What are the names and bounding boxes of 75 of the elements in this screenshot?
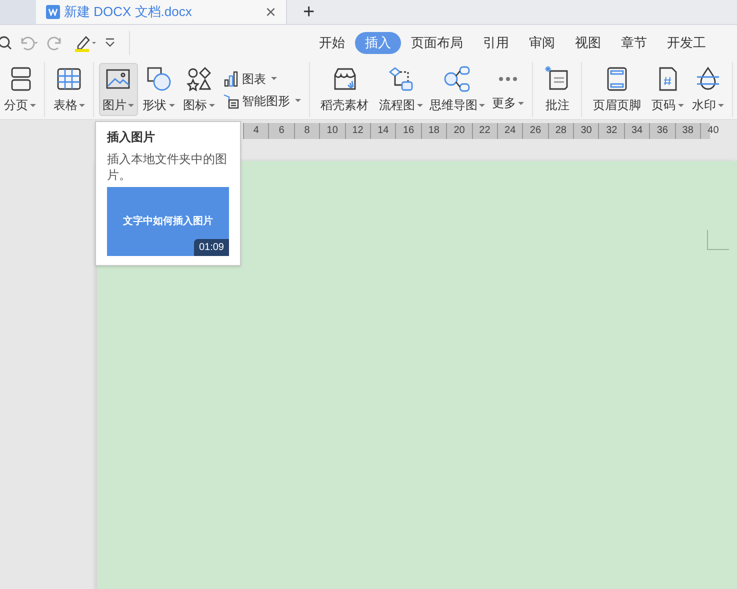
ruler-number: 4 (243, 123, 268, 139)
video-thumbnail[interactable]: 文字中如何插入图片 01:09 (107, 187, 229, 256)
ribbon-button[interactable]: 更多 (489, 63, 528, 116)
margin-corner-mark (707, 230, 729, 250)
document-tab[interactable]: 新建 DOCX 文档.docx × (36, 0, 286, 24)
menu-tab[interactable]: 开始 (309, 32, 355, 54)
bar-chart-icon (223, 70, 240, 86)
ruler-number: 24 (496, 123, 522, 139)
menu-tab[interactable]: 开发工 (657, 32, 716, 54)
ruler-number: 34 (624, 123, 650, 139)
ribbon-button-label: 思维导图 (429, 97, 478, 114)
shapes-icon (144, 65, 173, 93)
ribbon-button[interactable]: 稻壳素材 (314, 63, 374, 116)
ribbon-button-label: 图标 (182, 97, 207, 114)
ribbon-button[interactable]: 水印 (688, 63, 728, 116)
ruler-number: 16 (395, 123, 421, 139)
ribbon-button-label: 流程图 (379, 97, 416, 114)
menu-tab[interactable]: 审阅 (519, 32, 565, 54)
icons-grid-icon (184, 65, 213, 93)
ribbon-button[interactable]: 图片 (99, 63, 138, 116)
ribbon-button[interactable]: 页眉页脚 (587, 63, 647, 116)
ruler-number: 30 (573, 123, 598, 139)
ribbon-button-label: 形状 (142, 97, 167, 114)
ribbon-small-button[interactable]: 智能图形 (223, 92, 302, 110)
document-type-icon (46, 5, 60, 19)
ribbon-button-label: 页码 (652, 97, 676, 114)
highlighter-icon[interactable] (74, 34, 98, 52)
print-preview-icon[interactable] (0, 34, 12, 50)
ruler-number: 32 (598, 123, 624, 139)
more-icon (499, 77, 518, 81)
ribbon-button-label: 图片 (102, 97, 126, 114)
ruler-number: 40 (700, 123, 726, 139)
ribbon-button-label: 更多 (492, 95, 516, 112)
ribbon-button-label: 分页 (4, 97, 28, 114)
ribbon-button[interactable]: 流程图 (376, 63, 426, 116)
ruler-number: 36 (649, 123, 675, 139)
ruler-number: 38 (674, 123, 700, 139)
ribbon-button-label: 页眉页脚 (593, 97, 641, 114)
new-tab-button[interactable]: + (303, 0, 315, 24)
ruler-number: 26 (522, 123, 548, 139)
ribbon-button-label: 水印 (692, 97, 716, 114)
menu-tab[interactable]: 引用 (473, 32, 519, 54)
ribbon-button-label: 表格 (53, 97, 78, 114)
ribbon-button[interactable]: 页码 (648, 63, 687, 116)
ruler-number: 18 (420, 123, 446, 139)
ribbon-button[interactable]: 思维导图 (428, 63, 488, 116)
ruler-number: 8 (294, 123, 320, 139)
ribbon-button[interactable]: 图标 (180, 63, 218, 116)
ribbon-button[interactable]: 批注 (538, 63, 576, 116)
close-button[interactable]: × (265, 3, 276, 21)
customize-icon[interactable] (104, 36, 116, 48)
menu-tab[interactable]: 视图 (565, 32, 611, 54)
smart-graphic-icon (223, 92, 240, 108)
ruler-number: 28 (548, 123, 574, 139)
ribbon-button[interactable]: 表格 (50, 63, 88, 116)
ribbon-small-button[interactable]: 图表 (223, 70, 302, 88)
ruler-number: 10 (319, 123, 345, 139)
ribbon-button-label: 批注 (545, 97, 570, 114)
video-title: 文字中如何插入图片 (123, 214, 213, 229)
ruler-number: 6 (268, 123, 294, 139)
ruler-number: 14 (370, 123, 396, 139)
tooltip-description: 插入本地文件夹中的图片。 (107, 151, 228, 183)
tooltip-title: 插入图片 (107, 129, 156, 146)
ruler-number: 22 (472, 123, 497, 139)
ruler-number: 12 (344, 123, 370, 139)
ribbon-button[interactable]: 形状 (140, 63, 178, 116)
ruler-number: 20 (446, 123, 472, 139)
menu-tab[interactable]: 页面布局 (401, 32, 473, 54)
ribbon-button[interactable]: 分页 (1, 63, 40, 116)
document-title: 新建 DOCX 文档.docx (64, 3, 193, 22)
video-duration: 01:09 (194, 239, 229, 256)
ribbon-button-label: 稻壳素材 (320, 97, 369, 114)
menu-tab[interactable]: 章节 (611, 32, 657, 54)
mind-map-icon (443, 65, 472, 93)
flowchart-icon (387, 65, 416, 93)
